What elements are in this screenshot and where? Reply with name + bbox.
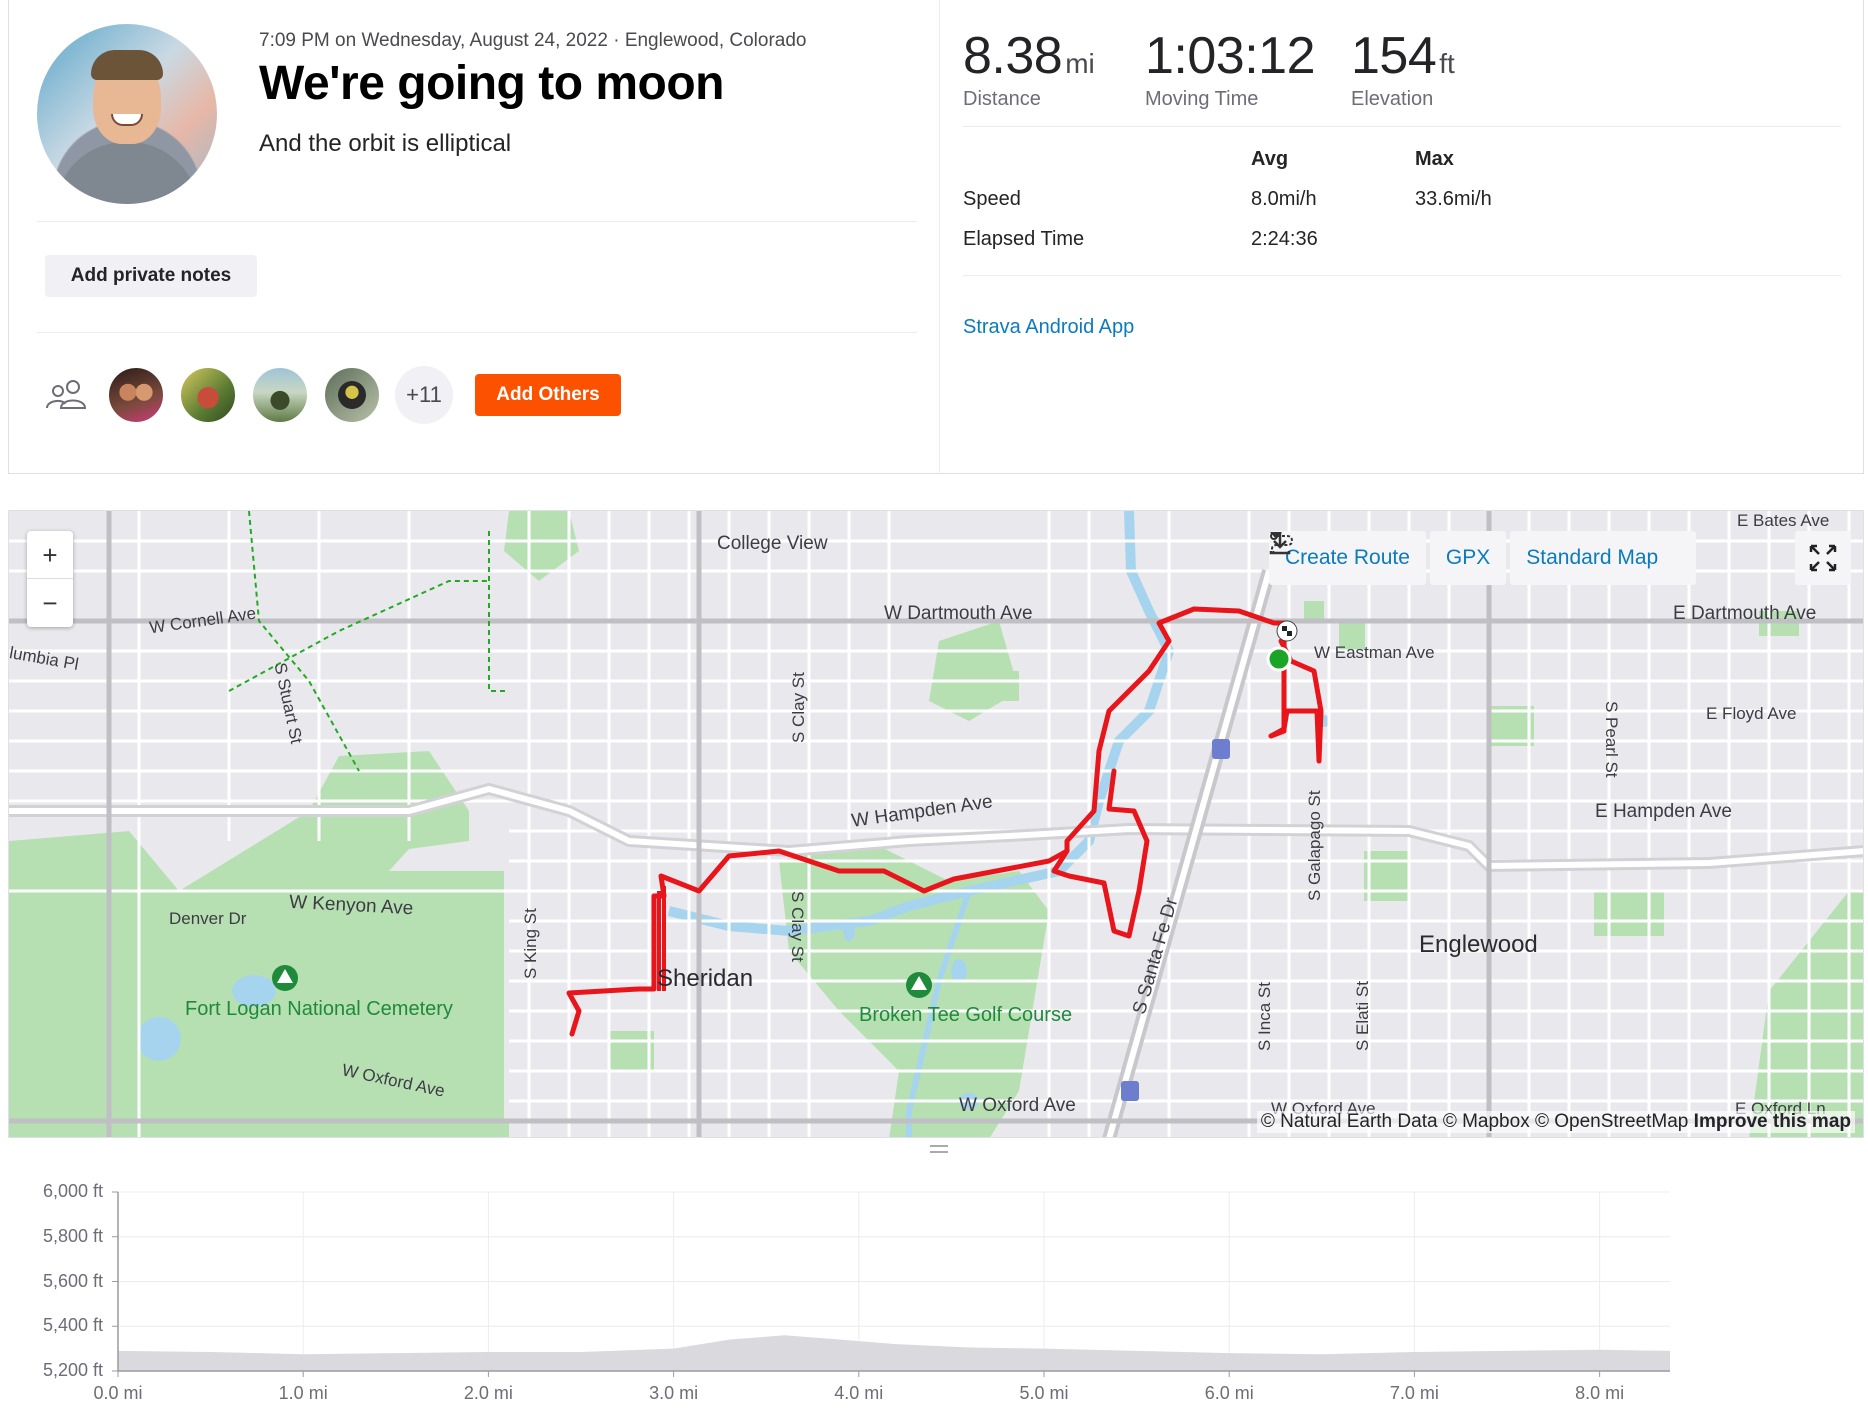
elevation-label: Elevation <box>1351 88 1434 110</box>
elevation-area <box>118 1335 1670 1371</box>
map-label: S Clay St <box>789 672 808 743</box>
col-header-max: Max <box>1415 148 1454 170</box>
map-label: W Oxford Ave <box>959 1095 1076 1116</box>
y-tick-label: 5,800 ft <box>42 1225 103 1246</box>
map-style-label: Standard Map <box>1526 546 1659 569</box>
map-label: S Galapago St <box>1305 790 1324 901</box>
create-route-button[interactable]: Create Route <box>1269 531 1426 585</box>
zoom-control: + − <box>27 531 73 627</box>
finish-flag-icon <box>1276 620 1298 642</box>
x-tick-label: 5.0 mi <box>1019 1383 1069 1403</box>
group-icon <box>46 380 87 409</box>
map-label: E Hampden Ave <box>1595 801 1732 822</box>
map-label: S Pearl St <box>1602 701 1621 778</box>
map-attribution: © Natural Earth Data © Mapbox © OpenStre… <box>1256 1111 1855 1133</box>
zoom-in-button[interactable]: + <box>27 531 73 579</box>
activity-title: We're going to moon <box>259 57 725 110</box>
stat-distance: 8.38 mi Distance <box>963 26 1095 111</box>
elevation-unit: ft <box>1439 48 1455 79</box>
map-label: Denver Dr <box>169 909 247 928</box>
create-route-label: Create Route <box>1285 546 1410 569</box>
map-label: E Floyd Ave <box>1706 704 1797 723</box>
x-tick-label: 4.0 mi <box>834 1383 884 1403</box>
x-tick-label: 3.0 mi <box>649 1383 699 1403</box>
distance-label: Distance <box>963 88 1041 110</box>
map-label: Sheridan <box>657 965 754 992</box>
athlete-avatar[interactable] <box>37 24 217 204</box>
elapsed-time: 2:24:36 <box>1251 228 1318 250</box>
max-speed: 33.6mi/h <box>1415 188 1492 210</box>
y-tick-label: 6,000 ft <box>42 1181 103 1201</box>
athlete-avatar[interactable] <box>251 366 309 424</box>
activity-meta: 7:09 PM on Wednesday, August 24, 2022 · … <box>259 30 807 51</box>
caret-down-icon <box>1270 532 1282 539</box>
zoom-out-button[interactable]: − <box>27 579 73 627</box>
map-label: E Bates Ave <box>1737 511 1830 530</box>
gpx-button[interactable]: GPX <box>1269 531 1507 585</box>
activity-header-card: 7:09 PM on Wednesday, August 24, 2022 · … <box>8 0 1864 474</box>
stat-elevation: 154 ft Elevation <box>1351 26 1455 111</box>
col-header-avg: Avg <box>1251 148 1289 170</box>
card-divider <box>939 0 940 474</box>
y-tick-label: 5,400 ft <box>42 1315 103 1336</box>
x-tick-label: 8.0 mi <box>1575 1383 1625 1403</box>
map-label: S Inca St <box>1255 982 1274 1051</box>
elevation-plot <box>112 1191 1670 1377</box>
add-private-notes-button[interactable]: Add private notes <box>45 255 257 297</box>
moving-time-value: 1:03:12 <box>1145 27 1316 85</box>
distance-unit: mi <box>1065 48 1095 79</box>
map-toolbar: Create Route GPX Standard Map <box>1269 531 1697 585</box>
row-label-elapsed: Elapsed Time <box>963 228 1085 250</box>
elevation-value: 154 <box>1351 27 1437 85</box>
row-label-speed: Speed <box>963 188 1021 210</box>
y-tick-label: 5,200 ft <box>42 1360 103 1380</box>
map-label: S Clay St <box>788 891 807 962</box>
map-style-select[interactable]: Standard Map <box>1270 531 1697 585</box>
activity-description: And the orbit is elliptical <box>259 130 512 157</box>
device-link[interactable]: Strava Android App <box>963 316 1134 339</box>
map-label: E Dartmouth Ave <box>1673 603 1817 624</box>
athlete-avatar[interactable] <box>323 366 381 424</box>
distance-value: 8.38 <box>963 27 1063 85</box>
more-athletes-count[interactable]: +11 <box>395 366 453 424</box>
x-tick-label: 6.0 mi <box>1204 1383 1254 1403</box>
y-tick-label: 5,600 ft <box>42 1270 103 1291</box>
transit-icon <box>1121 1081 1139 1101</box>
map-label: W Dartmouth Ave <box>884 603 1033 624</box>
divider <box>963 126 1841 127</box>
gpx-label: GPX <box>1445 546 1491 569</box>
elevation-chart[interactable]: 6,000 ft 5,800 ft 5,600 ft 5,400 ft 5,200 ft… <box>8 1140 1864 1413</box>
map-label: College View <box>717 533 828 554</box>
x-tick-label: 2.0 mi <box>463 1383 513 1403</box>
fullscreen-icon <box>1809 544 1837 572</box>
improve-map-link[interactable]: Improve this map <box>1694 1111 1851 1132</box>
divider <box>963 275 1841 276</box>
add-others-button[interactable]: Add Others <box>475 374 621 416</box>
map-label: Englewood <box>1419 931 1538 958</box>
start-marker-icon <box>1266 646 1292 672</box>
attribution-text: © Natural Earth Data © Mapbox © OpenStre… <box>1260 1111 1689 1132</box>
route-map[interactable]: College View W Dartmouth Ave E Dartmouth… <box>8 510 1864 1138</box>
x-tick-label: 0.0 mi <box>93 1383 143 1403</box>
x-tick-label: 1.0 mi <box>278 1383 328 1403</box>
x-tick-label: 7.0 mi <box>1389 1383 1439 1403</box>
divider <box>37 332 917 333</box>
map-label: S Elati St <box>1353 981 1372 1051</box>
stat-moving-time: 1:03:12 Moving Time <box>1145 26 1316 111</box>
map-label: S King St <box>521 908 540 979</box>
athlete-avatar[interactable] <box>107 366 165 424</box>
map-label: W Eastman Ave <box>1314 643 1435 662</box>
athlete-avatar[interactable] <box>179 366 237 424</box>
fullscreen-button[interactable] <box>1795 531 1851 585</box>
park-label: Fort Logan National Cemetery <box>185 998 453 1020</box>
park-label: Broken Tee Golf Course <box>859 1004 1073 1026</box>
moving-time-label: Moving Time <box>1145 88 1259 110</box>
divider <box>37 221 917 222</box>
transit-icon <box>1212 739 1230 759</box>
